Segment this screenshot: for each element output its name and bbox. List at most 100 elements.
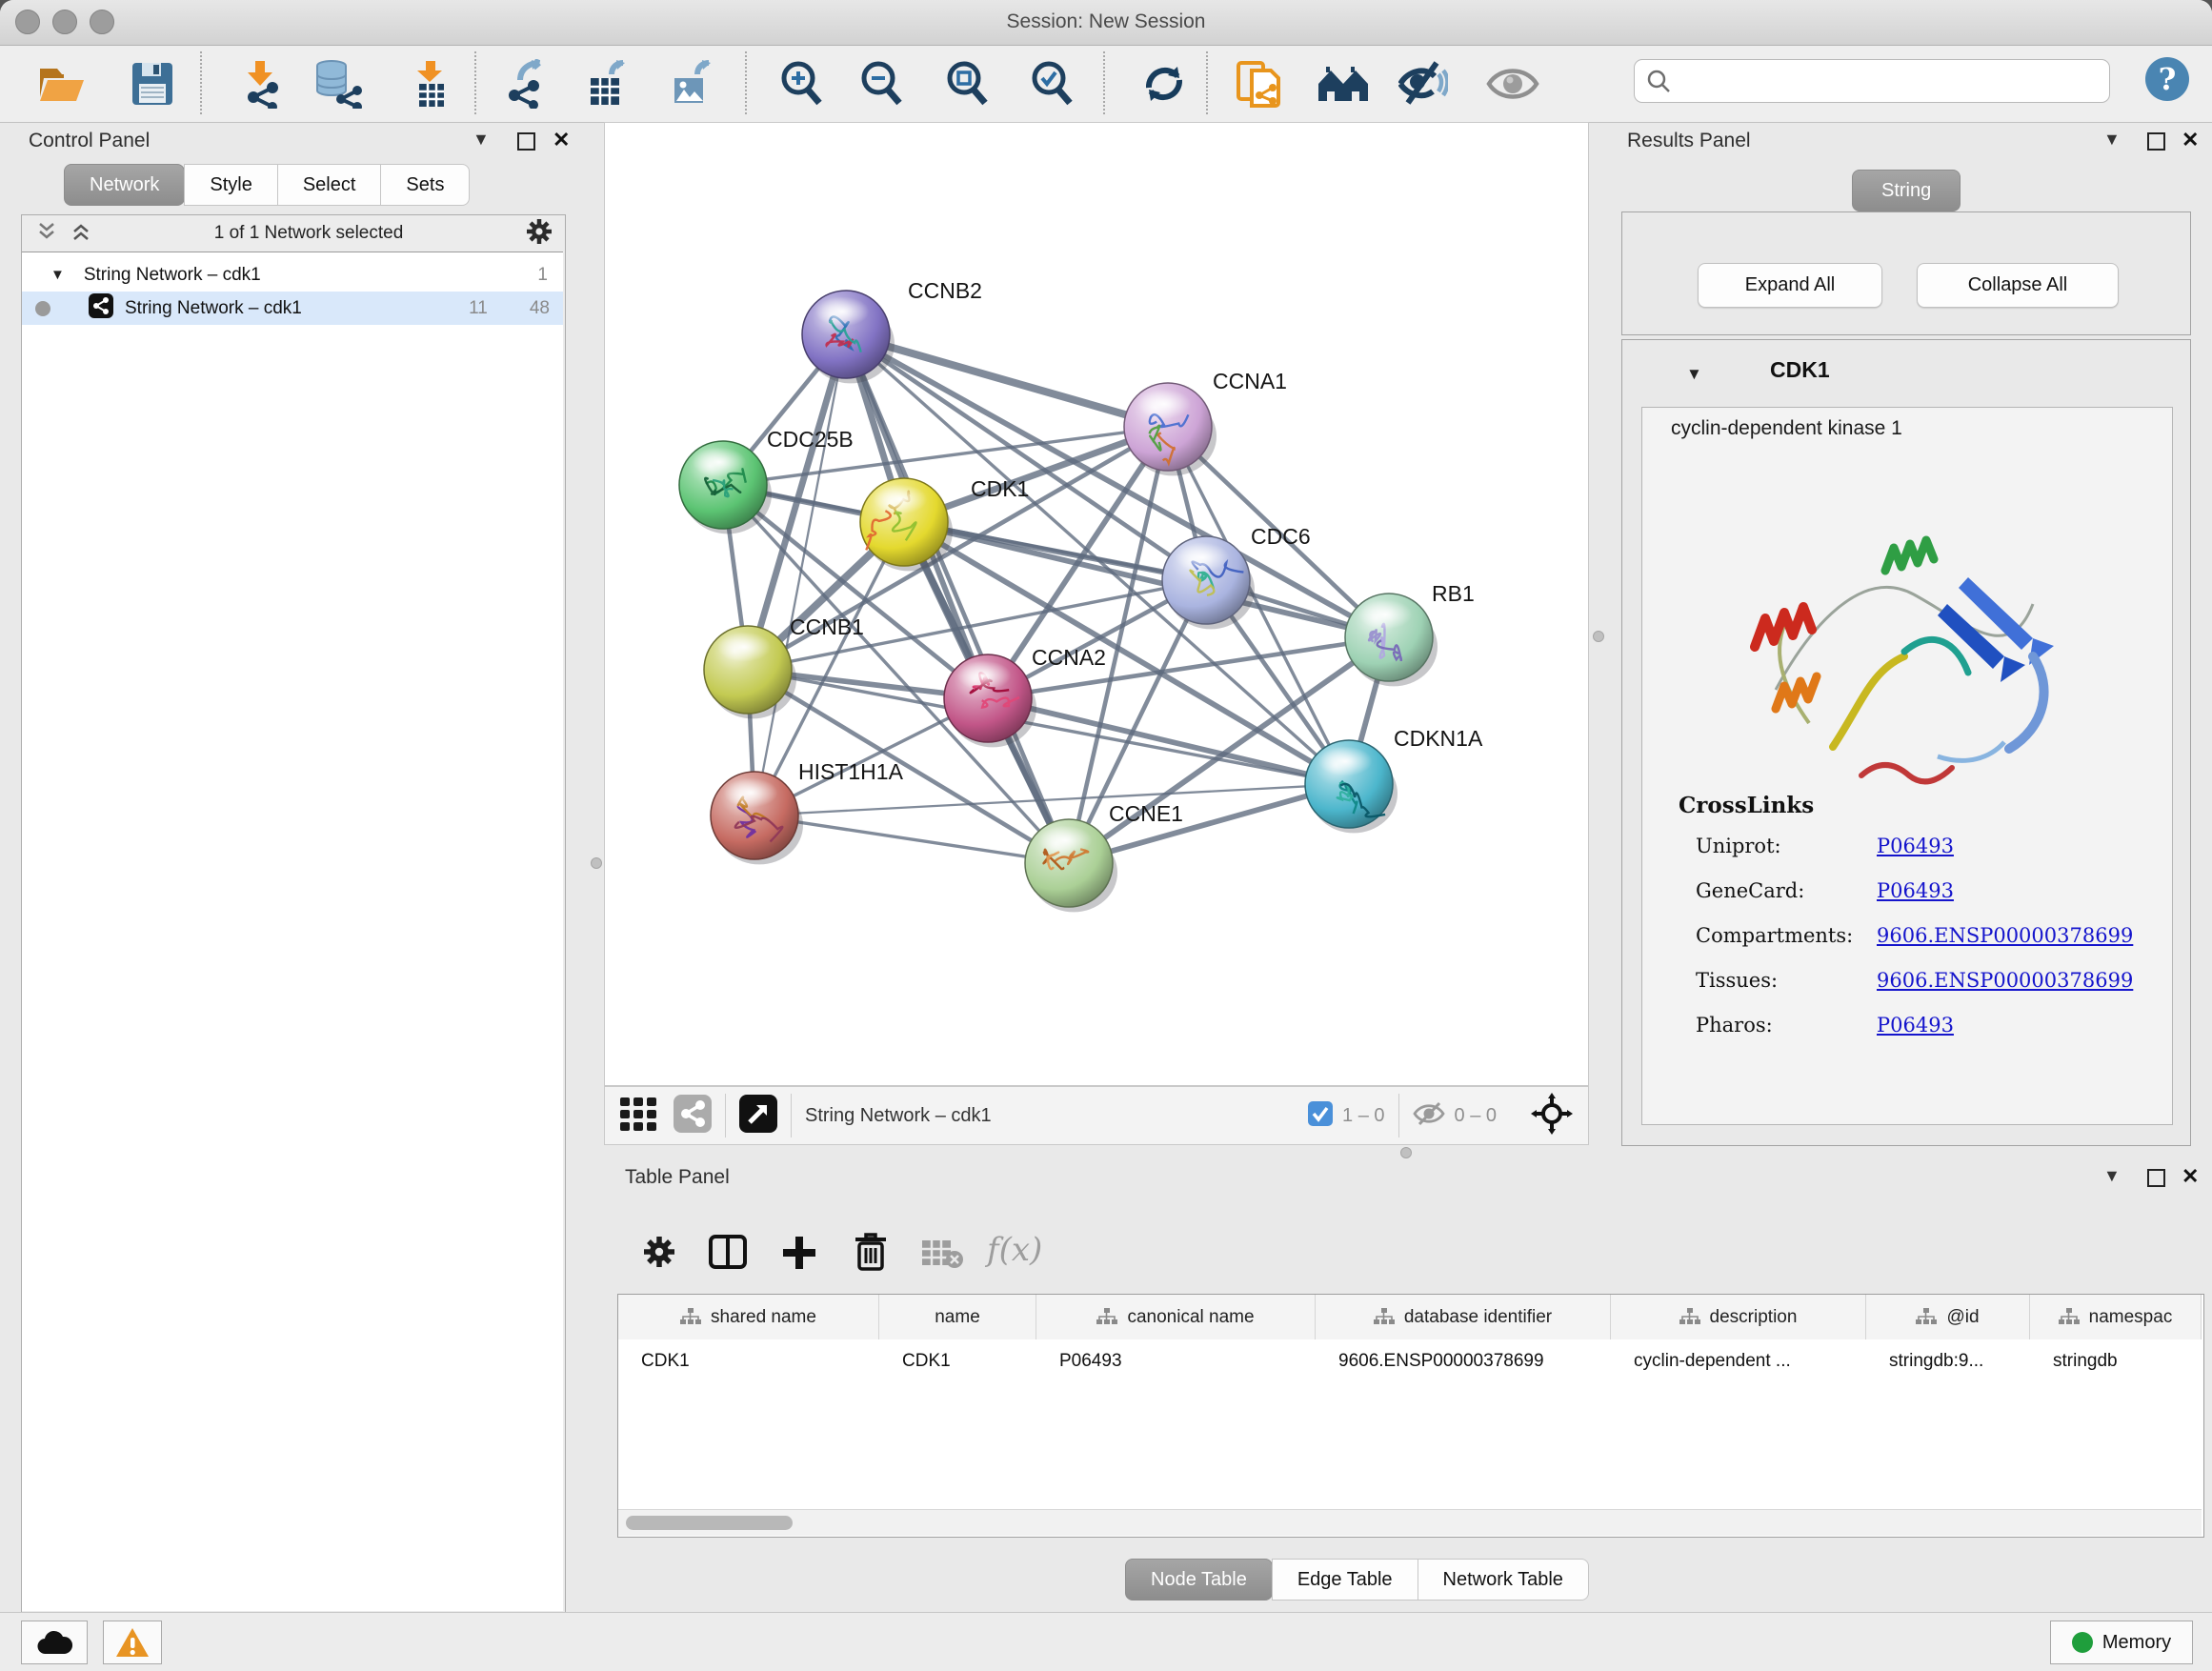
zoom-out-icon[interactable]: [857, 59, 907, 109]
tab-network-table[interactable]: Network Table: [1418, 1559, 1589, 1601]
import-network-from-file-icon[interactable]: [236, 59, 286, 109]
column-header-database-identifier[interactable]: database identifier: [1316, 1295, 1611, 1339]
show-columns-icon[interactable]: [709, 1235, 747, 1274]
column-header-description[interactable]: description: [1611, 1295, 1866, 1339]
crosslink-link[interactable]: P06493: [1877, 1014, 1954, 1037]
crosslink-link[interactable]: 9606.ENSP00000378699: [1877, 924, 2133, 947]
results-panel: Results Panel ▼ ✕ String Expand All Coll…: [1610, 122, 2212, 1158]
grid-view-icon[interactable]: [618, 1094, 658, 1138]
table-panel-close-icon[interactable]: ✕: [2182, 1164, 2199, 1189]
network-node-cdkn1a[interactable]: CDKN1A: [1305, 726, 1483, 833]
collapse-all-button[interactable]: Collapse All: [1917, 263, 2119, 308]
show-all-eye-icon[interactable]: [1486, 59, 1536, 109]
table-cell--id[interactable]: stringdb:9...: [1866, 1339, 2030, 1382]
network-tree-parent-row[interactable]: ▼ String Network – cdk1 1: [22, 258, 563, 292]
table-horizontal-scrollbar[interactable]: [618, 1509, 2202, 1536]
hide-selected-eye-slash-icon[interactable]: [1398, 59, 1448, 109]
network-node-ccna1[interactable]: CCNA1: [1124, 369, 1287, 475]
tab-select[interactable]: Select: [277, 164, 382, 206]
table-options-gear-icon[interactable]: [642, 1235, 676, 1274]
toolbar-separator: [474, 51, 476, 114]
crosslink-link[interactable]: 9606.ENSP00000378699: [1877, 969, 2133, 992]
results-panel-menu-icon[interactable]: ▼: [2103, 130, 2121, 150]
cloud-status-button[interactable]: [21, 1621, 88, 1664]
crosslink-label: Tissues:: [1696, 969, 1877, 992]
memory-button[interactable]: Memory: [2050, 1621, 2193, 1664]
table-cell-shared-name[interactable]: CDK1: [618, 1339, 879, 1382]
copy-network-icon[interactable]: [1235, 59, 1284, 109]
crosslink-row: Uniprot:P06493: [1696, 835, 2153, 857]
column-header-namespac[interactable]: namespac: [2030, 1295, 2202, 1339]
control-panel-float-icon[interactable]: [517, 132, 535, 151]
column-header-name[interactable]: name: [879, 1295, 1036, 1339]
table-cell-namespac[interactable]: stringdb: [2030, 1339, 2202, 1382]
results-panel-float-icon[interactable]: [2147, 132, 2165, 151]
network-canvas[interactable]: CCNB2CCNA1CDC25BCDK1CDC6RB1CCNB1CCNA2CDK…: [604, 122, 1589, 1086]
table-cell-name[interactable]: CDK1: [879, 1339, 1036, 1382]
selected-checkbox-icon[interactable]: [1308, 1101, 1333, 1131]
export-table-icon[interactable]: [583, 59, 633, 109]
table-cell-description[interactable]: cyclin-dependent ...: [1611, 1339, 1866, 1382]
tree-expand-icon[interactable]: ▼: [50, 267, 65, 283]
network-node-rb1[interactable]: RB1: [1345, 581, 1475, 686]
network-options-gear-icon[interactable]: [525, 217, 553, 251]
network-graph[interactable]: CCNB2CCNA1CDC25BCDK1CDC6RB1CCNB1CCNA2CDK…: [605, 123, 1590, 1087]
collapse-all-icon[interactable]: [35, 220, 58, 248]
crosslink-link[interactable]: P06493: [1877, 879, 1954, 902]
control-panel-menu-icon[interactable]: ▼: [473, 130, 490, 150]
crosslink-row: Pharos:P06493: [1696, 1014, 2153, 1037]
results-panel-close-icon[interactable]: ✕: [2182, 128, 2199, 152]
search-input[interactable]: [1671, 70, 2109, 92]
table-cell-canonical-name[interactable]: P06493: [1036, 1339, 1316, 1382]
expand-all-icon[interactable]: [70, 220, 92, 248]
zoom-selected-icon[interactable]: [1028, 59, 1077, 109]
table-panel-float-icon[interactable]: [2147, 1169, 2165, 1187]
scrollbar-thumb[interactable]: [626, 1516, 793, 1530]
tab-network[interactable]: Network: [64, 164, 185, 206]
card-collapse-icon[interactable]: ▼: [1686, 365, 1702, 384]
delete-column-trash-icon[interactable]: [854, 1233, 888, 1276]
control-panel: Control Panel ▼ ✕ NetworkStyleSelectSets…: [10, 122, 588, 1612]
tab-string[interactable]: String: [1852, 170, 1961, 211]
node-label: CCNE1: [1109, 801, 1183, 826]
network-edge[interactable]: [988, 698, 1349, 784]
horizontal-splitter-handle[interactable]: [1400, 1147, 1412, 1158]
tab-edge-table[interactable]: Edge Table: [1272, 1559, 1418, 1601]
network-node-ccnb1[interactable]: CCNB1: [704, 614, 864, 718]
open-session-icon[interactable]: [36, 59, 86, 109]
column-header--id[interactable]: @id: [1866, 1295, 2030, 1339]
zoom-fit-icon[interactable]: [943, 59, 993, 109]
tab-style[interactable]: Style: [184, 164, 277, 206]
crosslink-link[interactable]: P06493: [1877, 835, 1954, 857]
help-button[interactable]: ?: [2145, 57, 2189, 101]
warning-status-button[interactable]: [103, 1621, 162, 1664]
export-image-icon[interactable]: [667, 59, 716, 109]
node-label: CDC6: [1251, 524, 1311, 549]
apply-layout-icon[interactable]: [1139, 59, 1189, 109]
network-list-header: 1 of 1 Network selected: [22, 215, 565, 252]
column-header-canonical-name[interactable]: canonical name: [1036, 1295, 1316, 1339]
import-network-from-database-icon[interactable]: [312, 59, 362, 109]
hidden-eye-slash-icon[interactable]: [1413, 1101, 1445, 1131]
right-splitter-handle[interactable]: [1593, 631, 1604, 642]
save-session-icon[interactable]: [128, 59, 177, 109]
import-table-from-file-icon[interactable]: [406, 59, 455, 109]
zoom-in-icon[interactable]: [777, 59, 827, 109]
birds-eye-view-icon[interactable]: [674, 1095, 712, 1137]
left-splitter-handle[interactable]: [591, 857, 602, 869]
table-panel-menu-icon[interactable]: ▼: [2103, 1166, 2121, 1186]
control-panel-close-icon[interactable]: ✕: [553, 128, 570, 152]
detach-view-icon[interactable]: [739, 1095, 777, 1137]
expand-all-button[interactable]: Expand All: [1698, 263, 1882, 308]
tab-node-table[interactable]: Node Table: [1125, 1559, 1273, 1601]
column-header-shared-name[interactable]: shared name: [618, 1295, 879, 1339]
tab-sets[interactable]: Sets: [380, 164, 470, 206]
export-network-icon[interactable]: [503, 59, 553, 109]
homes-icon[interactable]: [1317, 59, 1366, 109]
function-builder-icon[interactable]: f(x): [987, 1231, 1042, 1269]
network-tree-child-row[interactable]: String Network – cdk1 11 48: [22, 292, 563, 325]
fit-content-crosshair-icon[interactable]: [1531, 1093, 1573, 1139]
add-column-icon[interactable]: [781, 1235, 817, 1276]
delete-table-icon[interactable]: [922, 1238, 964, 1274]
table-cell-database-identifier[interactable]: 9606.ENSP00000378699: [1316, 1339, 1611, 1382]
